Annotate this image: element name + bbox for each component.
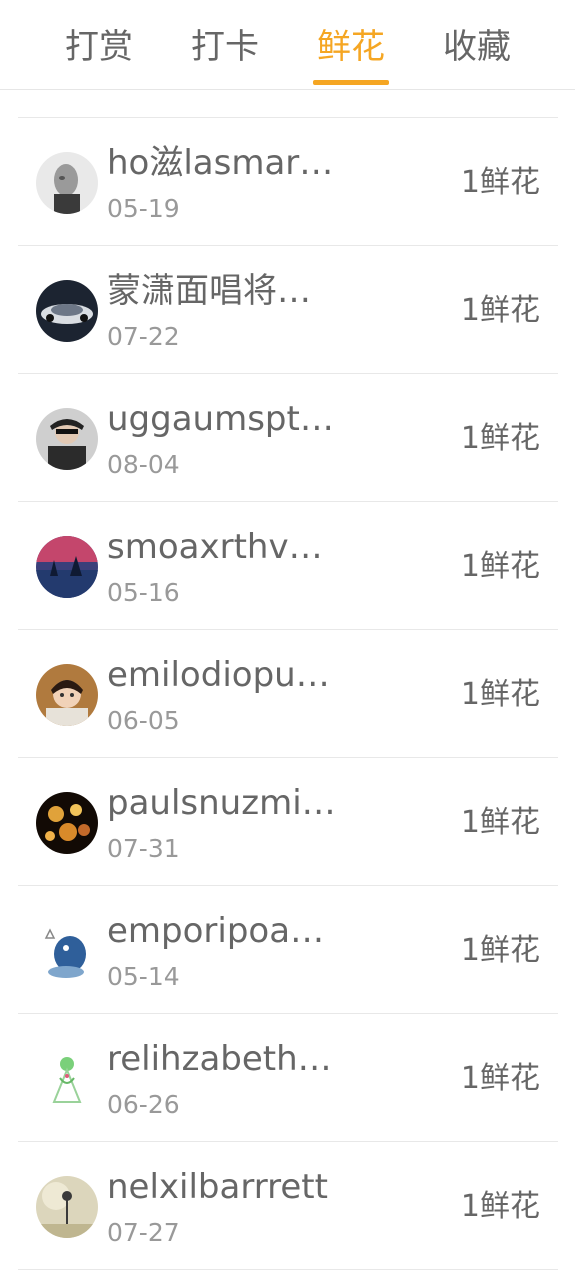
user-name: relihzabethwell [107, 1039, 337, 1079]
user-name: emilodiopulsati [107, 655, 337, 695]
flower-count: 1鲜花 [460, 1189, 540, 1224]
record-date: 06-26 [107, 1090, 180, 1119]
avatar[interactable] [36, 536, 98, 598]
list-item[interactable]: nelxilbarrrett 07-27 1鲜花 [18, 1142, 558, 1270]
list-item[interactable]: relihzabethwell 06-26 1鲜花 [18, 1014, 558, 1142]
flower-count: 1鲜花 [460, 933, 540, 968]
user-name: smoaxrthvfinan [107, 527, 337, 567]
flower-record-list: ho滋lasmartin 05-19 1鲜花 蒙潇面唱将军令 07-22 1鲜花… [18, 118, 558, 1270]
user-name: uggaumsptmeto [107, 399, 337, 439]
avatar[interactable] [36, 920, 98, 982]
list-item[interactable]: emporipoarizone 05-14 1鲜花 [18, 886, 558, 1014]
list-item[interactable]: paulsnuzmizzle 07-31 1鲜花 [18, 758, 558, 886]
tab-flowers[interactable]: 鲜花 [296, 0, 406, 90]
record-date: 05-16 [107, 578, 180, 607]
tab-bar: 打赏 打卡 鲜花 收藏 [0, 0, 575, 90]
avatar[interactable] [36, 1048, 98, 1110]
user-name: paulsnuzmizzle [107, 783, 337, 823]
avatar[interactable] [36, 664, 98, 726]
flower-count: 1鲜花 [460, 293, 540, 328]
list-item[interactable]: emilodiopulsati 06-05 1鲜花 [18, 630, 558, 758]
record-date: 05-19 [107, 194, 180, 223]
record-date: 08-04 [107, 450, 180, 479]
list-item[interactable]: uggaumsptmeto 08-04 1鲜花 [18, 374, 558, 502]
tab-reward[interactable]: 打赏 [44, 0, 154, 90]
active-tab-indicator [313, 80, 389, 85]
flower-count: 1鲜花 [460, 421, 540, 456]
avatar[interactable] [36, 280, 98, 342]
user-name: emporipoarizone [107, 911, 337, 951]
tab-favorites[interactable]: 收藏 [422, 0, 532, 90]
flower-count: 1鲜花 [460, 677, 540, 712]
record-date: 07-22 [107, 322, 180, 351]
tab-checkin[interactable]: 打卡 [170, 0, 280, 90]
flower-count: 1鲜花 [460, 549, 540, 584]
list-item[interactable]: 蒙潇面唱将军令 07-22 1鲜花 [18, 246, 558, 374]
user-name: ho滋lasmartin [107, 143, 337, 183]
record-date: 07-27 [107, 1218, 180, 1247]
record-date: 07-31 [107, 834, 180, 863]
list-item[interactable]: smoaxrthvfinan 05-16 1鲜花 [18, 502, 558, 630]
flower-count: 1鲜花 [460, 1061, 540, 1096]
avatar[interactable] [36, 152, 98, 214]
list-item[interactable]: ho滋lasmartin 05-19 1鲜花 [18, 118, 558, 246]
record-date: 05-14 [107, 962, 180, 991]
user-name: 蒙潇面唱将军令 [107, 271, 337, 311]
avatar[interactable] [36, 792, 98, 854]
flower-count: 1鲜花 [460, 805, 540, 840]
flower-count: 1鲜花 [460, 165, 540, 200]
avatar[interactable] [36, 1176, 98, 1238]
avatar[interactable] [36, 408, 98, 470]
user-name: nelxilbarrrett [107, 1167, 328, 1207]
record-date: 06-05 [107, 706, 180, 735]
